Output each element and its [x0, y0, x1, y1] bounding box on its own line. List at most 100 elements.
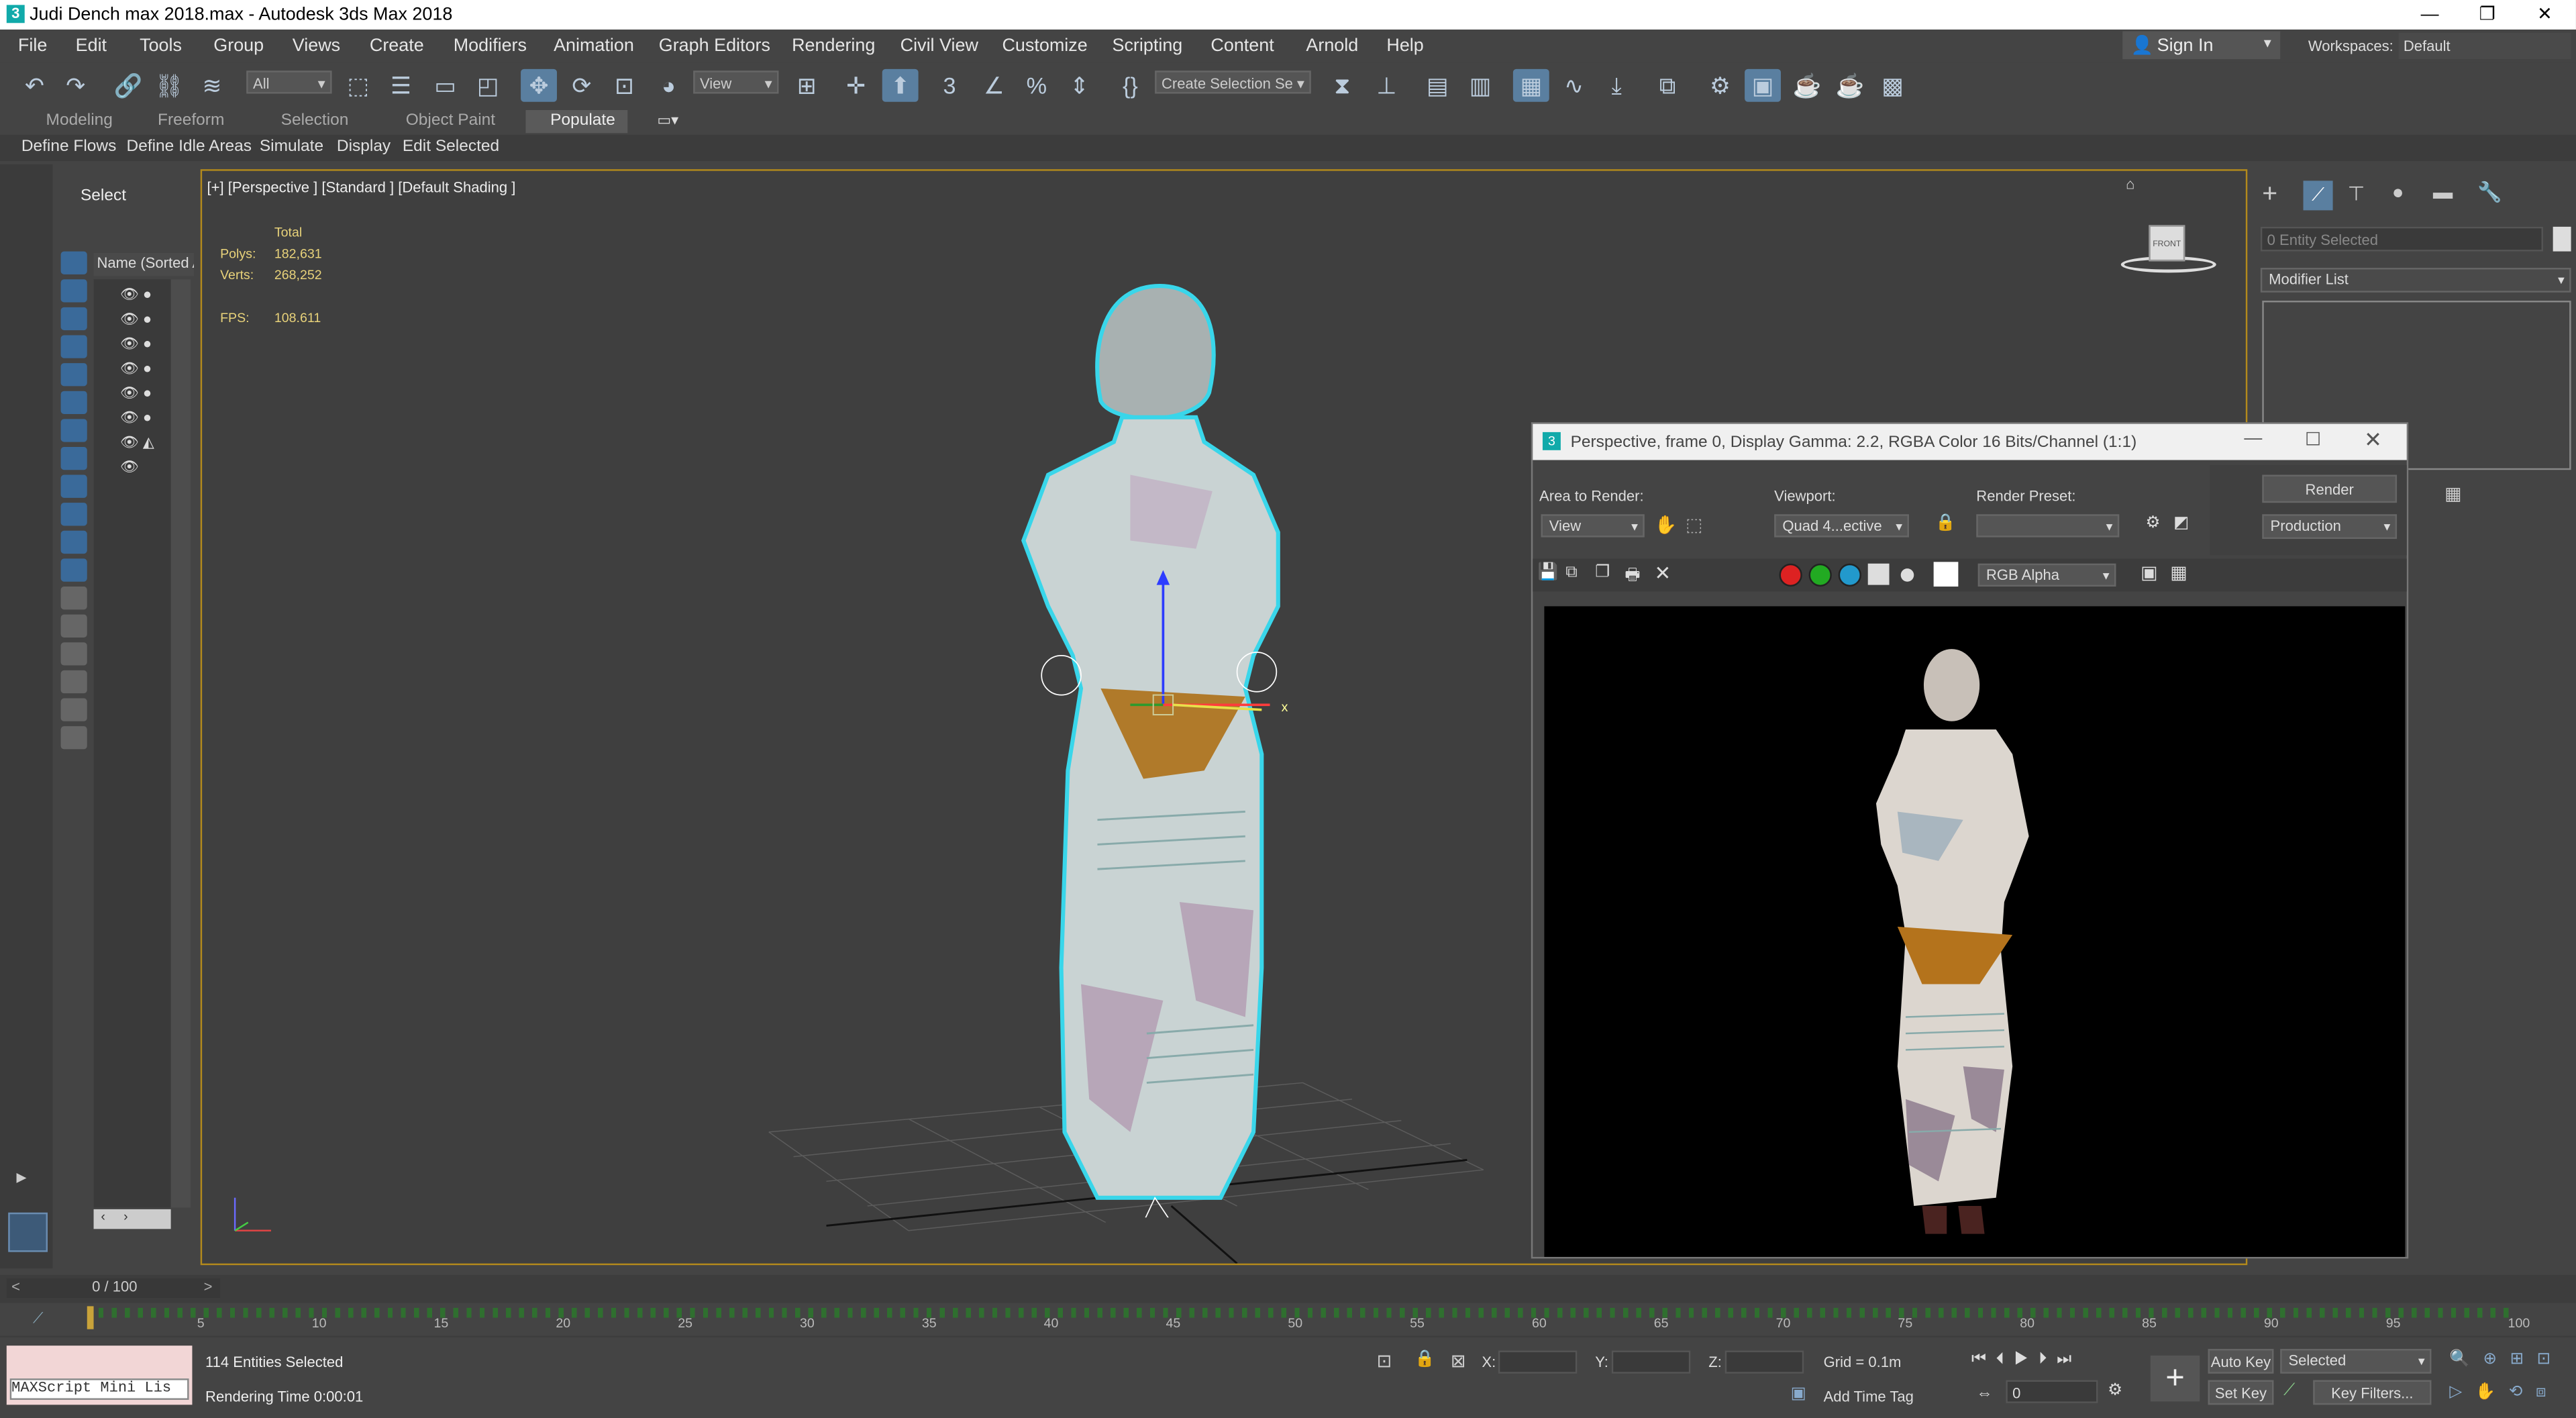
- menu-tools[interactable]: Tools: [140, 36, 182, 56]
- edit-selected-button[interactable]: Edit Selected: [397, 136, 504, 159]
- menu-help[interactable]: Help: [1386, 36, 1423, 56]
- curve-editor-icon[interactable]: ∿: [1556, 69, 1592, 102]
- isolate-selection-icon[interactable]: ⊡: [1377, 1351, 1392, 1372]
- alpha-channel-icon[interactable]: [1867, 563, 1890, 585]
- maximize-icon[interactable]: ☐: [2305, 429, 2321, 450]
- menu-scripting[interactable]: Scripting: [1112, 36, 1182, 56]
- unlink-icon[interactable]: ⛓: [151, 69, 187, 102]
- minimize-button[interactable]: —: [2402, 0, 2457, 30]
- invert-display-icon[interactable]: [60, 642, 87, 666]
- key-tangent-icon[interactable]: ⟋: [2283, 1382, 2295, 1400]
- lock-icon[interactable]: 🔒: [1935, 514, 1955, 532]
- utilities-tab-icon[interactable]: 🔧: [2477, 181, 2502, 203]
- hierarchy-tab-icon[interactable]: ⊤: [2348, 183, 2365, 205]
- print-image-icon[interactable]: 🖶: [1625, 564, 1640, 592]
- spacewarps-filter-icon[interactable]: [60, 391, 87, 414]
- menu-edit[interactable]: Edit: [76, 36, 107, 56]
- geometry-filter-icon[interactable]: [60, 251, 87, 274]
- select-object-icon[interactable]: ⬚: [340, 69, 376, 102]
- time-marker[interactable]: [87, 1306, 94, 1329]
- menu-create[interactable]: Create: [370, 36, 424, 56]
- rect-selection-icon[interactable]: ▭: [427, 69, 464, 102]
- viewport-navigation-icons[interactable]: 🔍⊕⊞⊡: [2449, 1351, 2563, 1369]
- align-icon[interactable]: ⊥: [1368, 69, 1404, 102]
- copy-image-icon[interactable]: ⧉: [1565, 564, 1577, 582]
- tab-freeform[interactable]: Freeform: [158, 111, 224, 130]
- menu-rendering[interactable]: Rendering: [792, 36, 875, 56]
- redo-icon[interactable]: ↷: [58, 69, 94, 102]
- scale-icon[interactable]: ⊡: [606, 69, 642, 102]
- z-coordinate-field[interactable]: [1724, 1350, 1804, 1374]
- angle-snap-icon[interactable]: ∠: [976, 69, 1012, 102]
- layers-icon[interactable]: [60, 726, 87, 750]
- groups-filter-icon[interactable]: [60, 419, 87, 442]
- bones-filter-icon[interactable]: [60, 474, 87, 498]
- filter-icon[interactable]: [60, 698, 87, 721]
- display-all-icon[interactable]: [60, 587, 87, 610]
- environment-effects-icon[interactable]: ◩: [2173, 514, 2189, 532]
- key-filters-button[interactable]: Key Filters...: [2313, 1380, 2432, 1405]
- motion-tab-icon[interactable]: ●: [2392, 181, 2404, 203]
- red-channel-icon[interactable]: [1779, 563, 1802, 587]
- mirror-icon[interactable]: ⧗: [1324, 69, 1360, 102]
- menu-graph-editors[interactable]: Graph Editors: [659, 36, 770, 56]
- sign-in-button[interactable]: 👤 Sign In ▾: [2122, 31, 2281, 60]
- area-to-render-dropdown[interactable]: View: [1541, 514, 1645, 538]
- edit-named-selection-icon[interactable]: {}: [1112, 69, 1148, 102]
- add-time-tag[interactable]: Add Time Tag: [1824, 1388, 1914, 1405]
- home-icon[interactable]: ⌂: [2126, 176, 2134, 192]
- percent-snap-icon[interactable]: %: [1019, 69, 1055, 102]
- save-image-icon[interactable]: 💾: [1538, 564, 1558, 582]
- modify-tab-icon[interactable]: ⟋: [2303, 181, 2333, 211]
- maxscript-listener[interactable]: MAXScript Mini Lis: [6, 1346, 193, 1405]
- rendered-frame-window-icon[interactable]: ▣: [1745, 68, 1781, 102]
- tab-object-paint[interactable]: Object Paint: [406, 111, 495, 130]
- key-mode-icon[interactable]: ⇔: [1976, 1385, 1992, 1403]
- clone-window-icon[interactable]: ❐: [1595, 564, 1610, 582]
- tree-scrollbar[interactable]: [170, 279, 191, 1208]
- viewport-label[interactable]: [+] [Perspective ] [Standard ] [Default …: [207, 179, 515, 195]
- simulate-button[interactable]: Simulate: [254, 136, 328, 159]
- render-setup-icon[interactable]: ⚙: [2145, 514, 2160, 532]
- particles-filter-icon[interactable]: [60, 530, 87, 554]
- material-editor-icon[interactable]: ⧉: [1649, 69, 1686, 102]
- display-button[interactable]: Display: [332, 136, 396, 159]
- move-icon[interactable]: ✥: [521, 68, 557, 102]
- absolute-mode-icon[interactable]: ⊠: [1451, 1351, 1466, 1372]
- selection-lock-icon[interactable]: 🔒: [1414, 1351, 1435, 1369]
- minimize-icon[interactable]: —: [2244, 429, 2262, 448]
- clear-color-swatch[interactable]: [1933, 562, 1959, 587]
- menu-file[interactable]: File: [18, 36, 47, 56]
- edit-region-icon[interactable]: ✋: [1654, 514, 1677, 536]
- render-in-cloud-icon[interactable]: ▩: [1875, 69, 1911, 102]
- viewcube-front-face[interactable]: FRONT: [2149, 225, 2185, 262]
- display-none-icon[interactable]: [60, 614, 87, 638]
- viewcube[interactable]: FRONT: [2116, 217, 2218, 283]
- toggle-ui-icon[interactable]: ▦: [2170, 562, 2187, 583]
- entity-name-field[interactable]: 0 Entity Selected: [2260, 226, 2543, 252]
- define-idle-areas-button[interactable]: Define Idle Areas: [121, 136, 256, 159]
- find-icon[interactable]: [60, 670, 87, 694]
- tab-selection[interactable]: Selection: [281, 111, 349, 130]
- viewport-navigation-icons-2[interactable]: ▷✋⟲⧈: [2449, 1383, 2559, 1401]
- lights-filter-icon[interactable]: [60, 307, 87, 331]
- display-channel-dropdown[interactable]: RGB Alpha: [1977, 563, 2116, 587]
- layer-explorer-icon[interactable]: ▤: [1419, 69, 1455, 102]
- tab-modeling[interactable]: Modeling: [46, 111, 113, 130]
- link-icon[interactable]: 🔗: [110, 69, 146, 102]
- ribbon-toggle-icon[interactable]: ▥: [1462, 69, 1498, 102]
- keyboard-shortcut-override-icon[interactable]: ⬆: [882, 68, 919, 102]
- expand-icon[interactable]: ▶: [16, 1170, 26, 1184]
- auto-region-icon[interactable]: ⬚: [1686, 514, 1702, 536]
- menu-views[interactable]: Views: [293, 36, 340, 56]
- track-bar[interactable]: ⟋ 5 10 15 20 25 30 35 40 45 50 55 60 65 …: [0, 1303, 2576, 1336]
- modifier-list-dropdown[interactable]: Modifier List: [2260, 268, 2571, 293]
- time-config-icon[interactable]: ⚙: [2108, 1382, 2122, 1400]
- viewport-dropdown[interactable]: Quad 4...ective: [1774, 514, 1909, 538]
- selected-dropdown[interactable]: Selected: [2280, 1349, 2432, 1374]
- horizontal-scroll[interactable]: ‹ ›: [93, 1209, 171, 1229]
- maxscript-input[interactable]: MAXScript Mini Lis: [9, 1378, 189, 1400]
- named-selection-dropdown[interactable]: Create Selection Se: [1155, 70, 1311, 95]
- shapes-filter-icon[interactable]: [60, 279, 87, 303]
- menu-content[interactable]: Content: [1210, 36, 1274, 56]
